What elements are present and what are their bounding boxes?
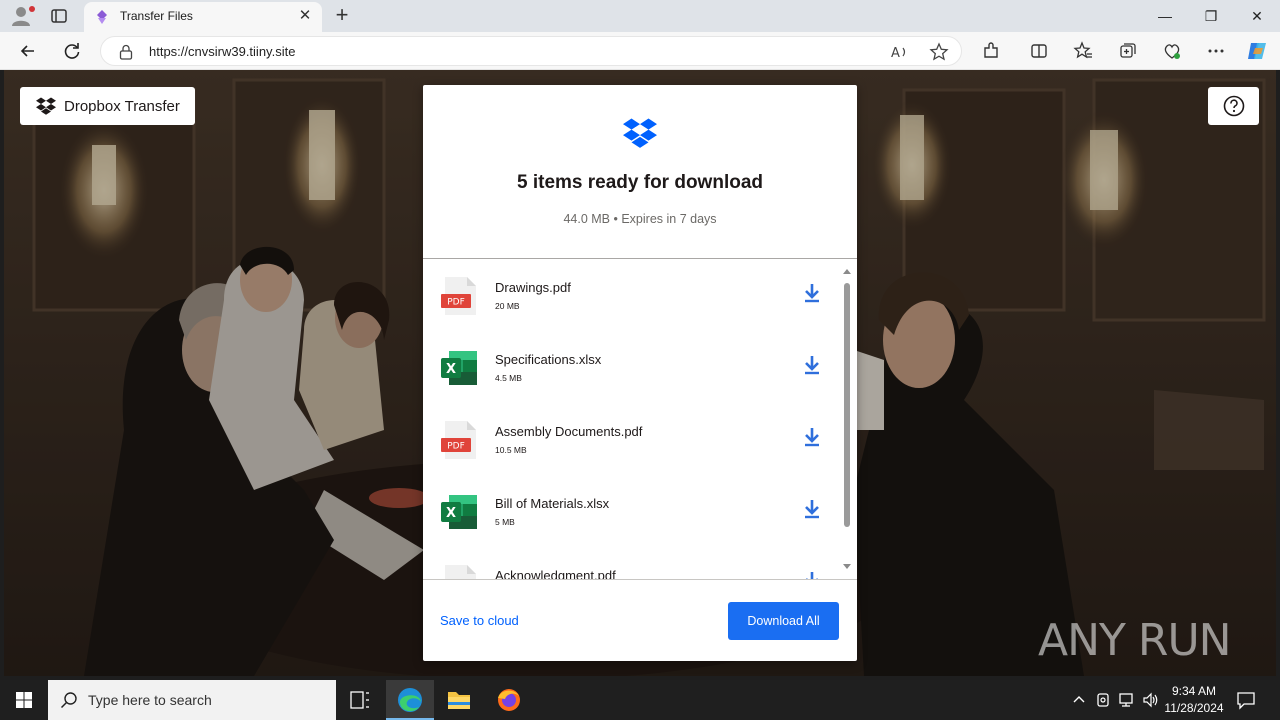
network-icon[interactable] [1118,691,1136,709]
collections-icon[interactable] [1118,41,1138,61]
file-explorer-icon[interactable] [435,680,483,720]
taskbar: Type here to search 9:34 AM 11/28/2024 [0,680,1280,720]
svg-text:PDF: PDF [447,298,465,308]
volume-icon[interactable] [1142,691,1160,709]
tab-transfer-files[interactable]: Transfer Files ✕ [84,2,322,32]
download-icon[interactable] [803,570,821,579]
close-window-button[interactable]: ✕ [1234,0,1280,32]
dropbox-transfer-button[interactable]: Dropbox Transfer [20,87,195,125]
restore-button[interactable]: ❐ [1188,0,1234,32]
download-icon[interactable] [803,354,821,376]
file-list: PDF Drawings.pdf 20 MB X Specifications.… [423,259,841,579]
file-name: Specifications.xlsx [495,352,602,367]
profile-notification-dot [29,6,35,12]
split-screen-icon[interactable] [1029,41,1049,61]
start-button[interactable] [0,680,48,720]
edge-taskbar-icon[interactable] [386,680,434,720]
help-button[interactable] [1208,87,1259,125]
more-icon[interactable] [1206,41,1226,61]
dropbox-logo-icon [36,97,56,115]
svg-text:X: X [446,506,456,521]
file-row[interactable]: PDF Assembly Documents.pdf 10.5 MB [423,403,841,475]
address-bar[interactable]: https://cnvsirw39.tiiny.site A [100,36,962,66]
search-placeholder: Type here to search [88,692,212,708]
clock-time: 9:34 AM [1171,684,1217,698]
file-row[interactable]: PDF Drawings.pdf 20 MB [423,259,841,331]
clock-date: 11/28/2024 [1164,701,1224,715]
scroll-up-arrow-icon[interactable] [843,267,851,275]
back-icon[interactable] [18,41,38,61]
tab-title: Transfer Files [120,9,193,23]
scroll-down-arrow-icon[interactable] [843,563,851,571]
download-icon[interactable] [803,498,821,520]
pdf-file-icon: PDF [441,420,479,460]
read-aloud-icon[interactable]: A [889,42,909,62]
dropbox-logo-icon [623,118,657,148]
scrollbar-thumb[interactable] [844,283,850,527]
file-size: 4.5 MB [495,373,522,383]
divider [423,579,857,580]
file-row[interactable]: PDF Acknowledgment.pdf [423,547,841,579]
extensions-icon[interactable] [981,41,1001,61]
file-size: 10.5 MB [495,445,527,455]
copilot-icon[interactable] [1246,39,1270,63]
download-card: 5 items ready for download 44.0 MB • Exp… [423,85,857,661]
browser-toolbar: https://cnvsirw39.tiiny.site A [0,32,1280,70]
tab-favicon-icon [94,9,110,25]
watermark-text: ANY RUN [1038,615,1232,666]
page-viewport: Dropbox Transfer 5 items ready for downl… [4,70,1276,676]
windows-logo-icon [16,692,32,708]
search-icon [60,691,78,709]
question-circle-icon [1223,95,1245,117]
download-all-button[interactable]: Download All [728,602,839,640]
chevron-up-icon[interactable] [1070,691,1088,709]
browser-essentials-icon[interactable] [1162,41,1182,61]
minimize-button[interactable]: — [1142,0,1188,32]
task-view-icon[interactable] [336,680,384,720]
url-text[interactable]: https://cnvsirw39.tiiny.site [149,44,295,59]
file-size: 5 MB [495,517,515,527]
file-name: Drawings.pdf [495,280,571,295]
anyrun-watermark: ANY RUN [1038,607,1248,673]
file-name: Assembly Documents.pdf [495,424,643,439]
file-row[interactable]: X Specifications.xlsx 4.5 MB [423,331,841,403]
svg-text:PDF: PDF [447,442,465,452]
favorites-icon[interactable] [1073,41,1093,61]
new-tab-icon[interactable]: + [330,4,354,28]
brand-label: Dropbox Transfer [64,97,180,115]
excel-file-icon: X [441,492,479,532]
svg-text:A: A [891,46,900,61]
card-title: 5 items ready for download [517,172,763,193]
tab-strip: Transfer Files ✕ + — ❐ ✕ [0,0,1280,32]
taskbar-clock[interactable]: 9:34 AM 11/28/2024 [1162,683,1226,717]
lock-icon[interactable] [119,44,133,60]
notification-icon[interactable] [1236,690,1256,710]
save-to-cloud-link[interactable]: Save to cloud [440,613,519,628]
tab-actions-icon[interactable] [50,7,68,25]
refresh-icon[interactable] [62,41,82,61]
file-name: Bill of Materials.xlsx [495,496,610,511]
file-list-scrollbar[interactable] [842,267,852,575]
download-icon[interactable] [803,282,821,304]
download-icon[interactable] [803,426,821,448]
file-size: 20 MB [495,301,520,311]
device-icon[interactable] [1094,691,1112,709]
pdf-file-icon: PDF [441,564,479,579]
file-row[interactable]: X Bill of Materials.xlsx 5 MB [423,475,841,547]
card-subtitle: 44.0 MB • Expires in 7 days [563,212,717,226]
pdf-file-icon: PDF [441,276,479,316]
firefox-icon[interactable] [485,680,533,720]
taskbar-search-box[interactable]: Type here to search [48,680,336,720]
svg-text:X: X [446,362,456,377]
excel-file-icon: X [441,348,479,388]
favorite-star-icon[interactable] [929,42,949,62]
file-name: Acknowledgment.pdf [495,568,616,579]
tab-close-icon[interactable]: ✕ [296,7,314,25]
